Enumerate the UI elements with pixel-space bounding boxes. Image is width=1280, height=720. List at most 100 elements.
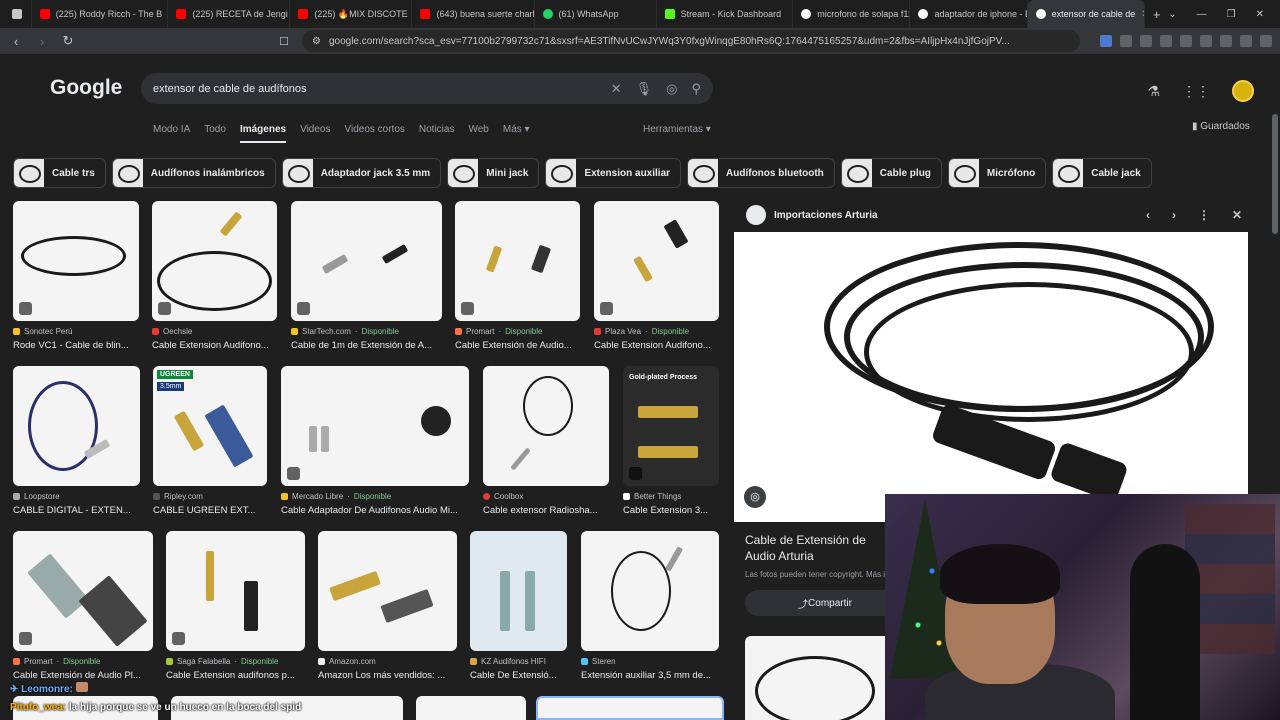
shield-icon[interactable] (1240, 35, 1252, 47)
back-icon[interactable]: ‹ (8, 34, 24, 49)
tab-search-icon[interactable]: ⌄ (1168, 9, 1176, 20)
tab-mas[interactable]: Más ▾ (503, 124, 530, 143)
screenshot-icon[interactable] (1140, 35, 1152, 47)
search-box[interactable]: extensor de cable de audífonos ✕ 🎙 ◎ ⚲ (141, 73, 713, 104)
source-name: Ripley.com (164, 492, 203, 501)
apps-icon[interactable]: ⋮⋮ (1182, 83, 1210, 100)
browser-tab[interactable]: microfono de solapa f11 (793, 0, 911, 28)
maximize-icon[interactable]: ❐ (1227, 9, 1236, 20)
browser-tab[interactable]: (225) RECETA de Jengi de (168, 0, 291, 28)
chip[interactable]: Cable trs (13, 158, 106, 188)
result-card[interactable]: Promart · Disponible Cable Extensión de … (455, 201, 580, 351)
new-tab-button[interactable]: + (1145, 0, 1168, 28)
url-text: google.com/search?sca_esv=77100b2799732c… (328, 35, 1010, 47)
result-card[interactable]: Steren Extensión auxiliar 3,5 mm de... (581, 531, 719, 681)
browser-tab[interactable]: (643) buena suerte charlie (412, 0, 535, 28)
search-icon[interactable]: ⚲ (691, 81, 701, 97)
site-icon (166, 658, 173, 665)
microphone-icon[interactable]: 🎙 (636, 81, 653, 97)
result-card[interactable]: Amazon.com Amazon Los más vendidos: ... (318, 531, 457, 681)
result-card[interactable]: StarTech.com · Disponible Cable de 1m de… (291, 201, 442, 351)
panel-source[interactable]: Importaciones Arturia (774, 210, 878, 221)
result-card[interactable] (416, 696, 526, 720)
previous-icon[interactable]: ‹ (1146, 208, 1150, 222)
sidebar-icon[interactable] (1180, 35, 1192, 47)
panel-title[interactable]: Cable de Extensión de Audio Arturia (745, 532, 895, 564)
close-icon[interactable]: ✕ (1232, 208, 1242, 222)
browser-tab-active[interactable]: extensor de cable de✕ (1027, 0, 1145, 28)
lens-icon[interactable]: ◎ (666, 81, 677, 97)
tab-modo-ia[interactable]: Modo IA (153, 124, 190, 143)
saved-button[interactable]: ▮ Guardados (1192, 121, 1250, 132)
search-input[interactable]: extensor de cable de audífonos (153, 83, 611, 95)
share-icon: ⤴ (798, 599, 809, 611)
result-card[interactable] (536, 696, 724, 720)
site-info-icon[interactable]: ⚙ (312, 36, 321, 47)
tab-todo[interactable]: Todo (204, 124, 226, 143)
result-card[interactable]: Loopstore CABLE DIGITAL - EXTEN... (13, 366, 140, 516)
result-card[interactable]: Mercado Libre · Disponible Cable Adaptad… (281, 366, 469, 516)
browser-tab[interactable]: adaptador de iphone - B (910, 0, 1028, 28)
google-logo[interactable]: Google (50, 76, 122, 100)
source-name: Coolbox (494, 492, 524, 501)
source-name: Sonotec Perú (24, 327, 73, 336)
extension-icon[interactable] (1120, 35, 1132, 47)
related-thumbnail[interactable] (745, 636, 885, 720)
music-icon[interactable] (1160, 35, 1172, 47)
browser-tab[interactable]: (225) 🔥MIX DISCOTE (290, 0, 413, 28)
scrollbar[interactable] (1272, 114, 1278, 234)
result-card[interactable]: Gold-plated Process Better Things Cable … (623, 366, 719, 516)
tab-imagenes[interactable]: Imágenes (239, 124, 287, 143)
result-card[interactable]: Oechsle Cable Extension Audifono... (152, 201, 277, 351)
preview-image[interactable]: ◎ (734, 232, 1248, 522)
bookmark-icon[interactable]: ☐ (276, 35, 292, 48)
browser-tab[interactable]: Stream - Kick Dashboard (657, 0, 794, 28)
browser-tab[interactable]: (225) Roddy Ricch - The B (32, 0, 169, 28)
browser-tab[interactable] (4, 0, 32, 28)
more-options-icon[interactable]: ⋮ (1198, 208, 1210, 222)
labs-icon[interactable]: ⚗ (1147, 83, 1160, 100)
translate-icon[interactable] (1100, 35, 1112, 47)
clear-icon[interactable]: ✕ (611, 81, 622, 97)
result-card[interactable]: UGREEN 3.5mm Ripley.com CABLE UGREEN EXT… (153, 366, 267, 516)
tab-videos[interactable]: Videos (300, 124, 330, 143)
wallet-icon[interactable] (1200, 35, 1212, 47)
menu-icon[interactable] (1260, 35, 1272, 47)
result-card[interactable]: Saga Falabella · Disponible Cable Extens… (166, 531, 305, 681)
ai-icon[interactable] (1220, 35, 1232, 47)
chip[interactable]: Audífonos inalámbricos (111, 158, 276, 188)
result-card[interactable]: Coolbox Cable extensor Radiosha... (483, 366, 609, 516)
chip[interactable]: Adaptador jack 3.5 mm (281, 158, 442, 188)
lens-search-icon[interactable]: ◎ (744, 486, 766, 508)
next-icon[interactable]: › (1172, 208, 1176, 222)
jack-shape (173, 410, 205, 452)
share-button[interactable]: ⤴ Compartir (745, 590, 905, 616)
tab-noticias[interactable]: Noticias (419, 124, 455, 143)
chip-thumbnail (948, 159, 979, 187)
reload-icon[interactable]: ↻ (60, 33, 76, 49)
result-card[interactable]: Sonotec Perú Rode VC1 - Cable de blin... (13, 201, 139, 351)
chip[interactable]: Cable plug (840, 158, 942, 188)
tab-videos-cortos[interactable]: Videos cortos (344, 124, 404, 143)
chip[interactable]: Extension auxiliar (545, 158, 682, 188)
chip[interactable]: Micrófono (947, 158, 1047, 188)
result-card[interactable]: Promart · Disponible Cable Extensión de … (13, 531, 153, 681)
lens-badge-icon (600, 302, 613, 315)
avatar[interactable] (1232, 80, 1254, 102)
minimize-icon[interactable]: — (1197, 9, 1207, 20)
chip[interactable]: Mini jack (447, 158, 540, 188)
jack-shape (219, 211, 243, 237)
tab-web[interactable]: Web (468, 124, 488, 143)
result-card[interactable]: KZ Audifonos HIFI Cable De Extensió... (470, 531, 567, 681)
browser-tab[interactable]: (61) WhatsApp (535, 0, 657, 28)
tools-button[interactable]: Herramientas ▾ (643, 124, 711, 135)
source-name: Mercado Libre (292, 492, 344, 501)
url-field[interactable]: ⚙ google.com/search?sca_esv=77100b279973… (302, 30, 1080, 52)
chip[interactable]: Audífonos bluetooth (687, 158, 835, 188)
forward-icon[interactable]: › (34, 34, 50, 49)
close-window-icon[interactable]: ✕ (1256, 9, 1264, 20)
chip[interactable]: Cable jack (1052, 158, 1152, 188)
extension-icons (1100, 35, 1272, 47)
result-card[interactable]: Plaza Vea · Disponible Cable Extension A… (594, 201, 719, 351)
jack-shape (244, 581, 258, 631)
